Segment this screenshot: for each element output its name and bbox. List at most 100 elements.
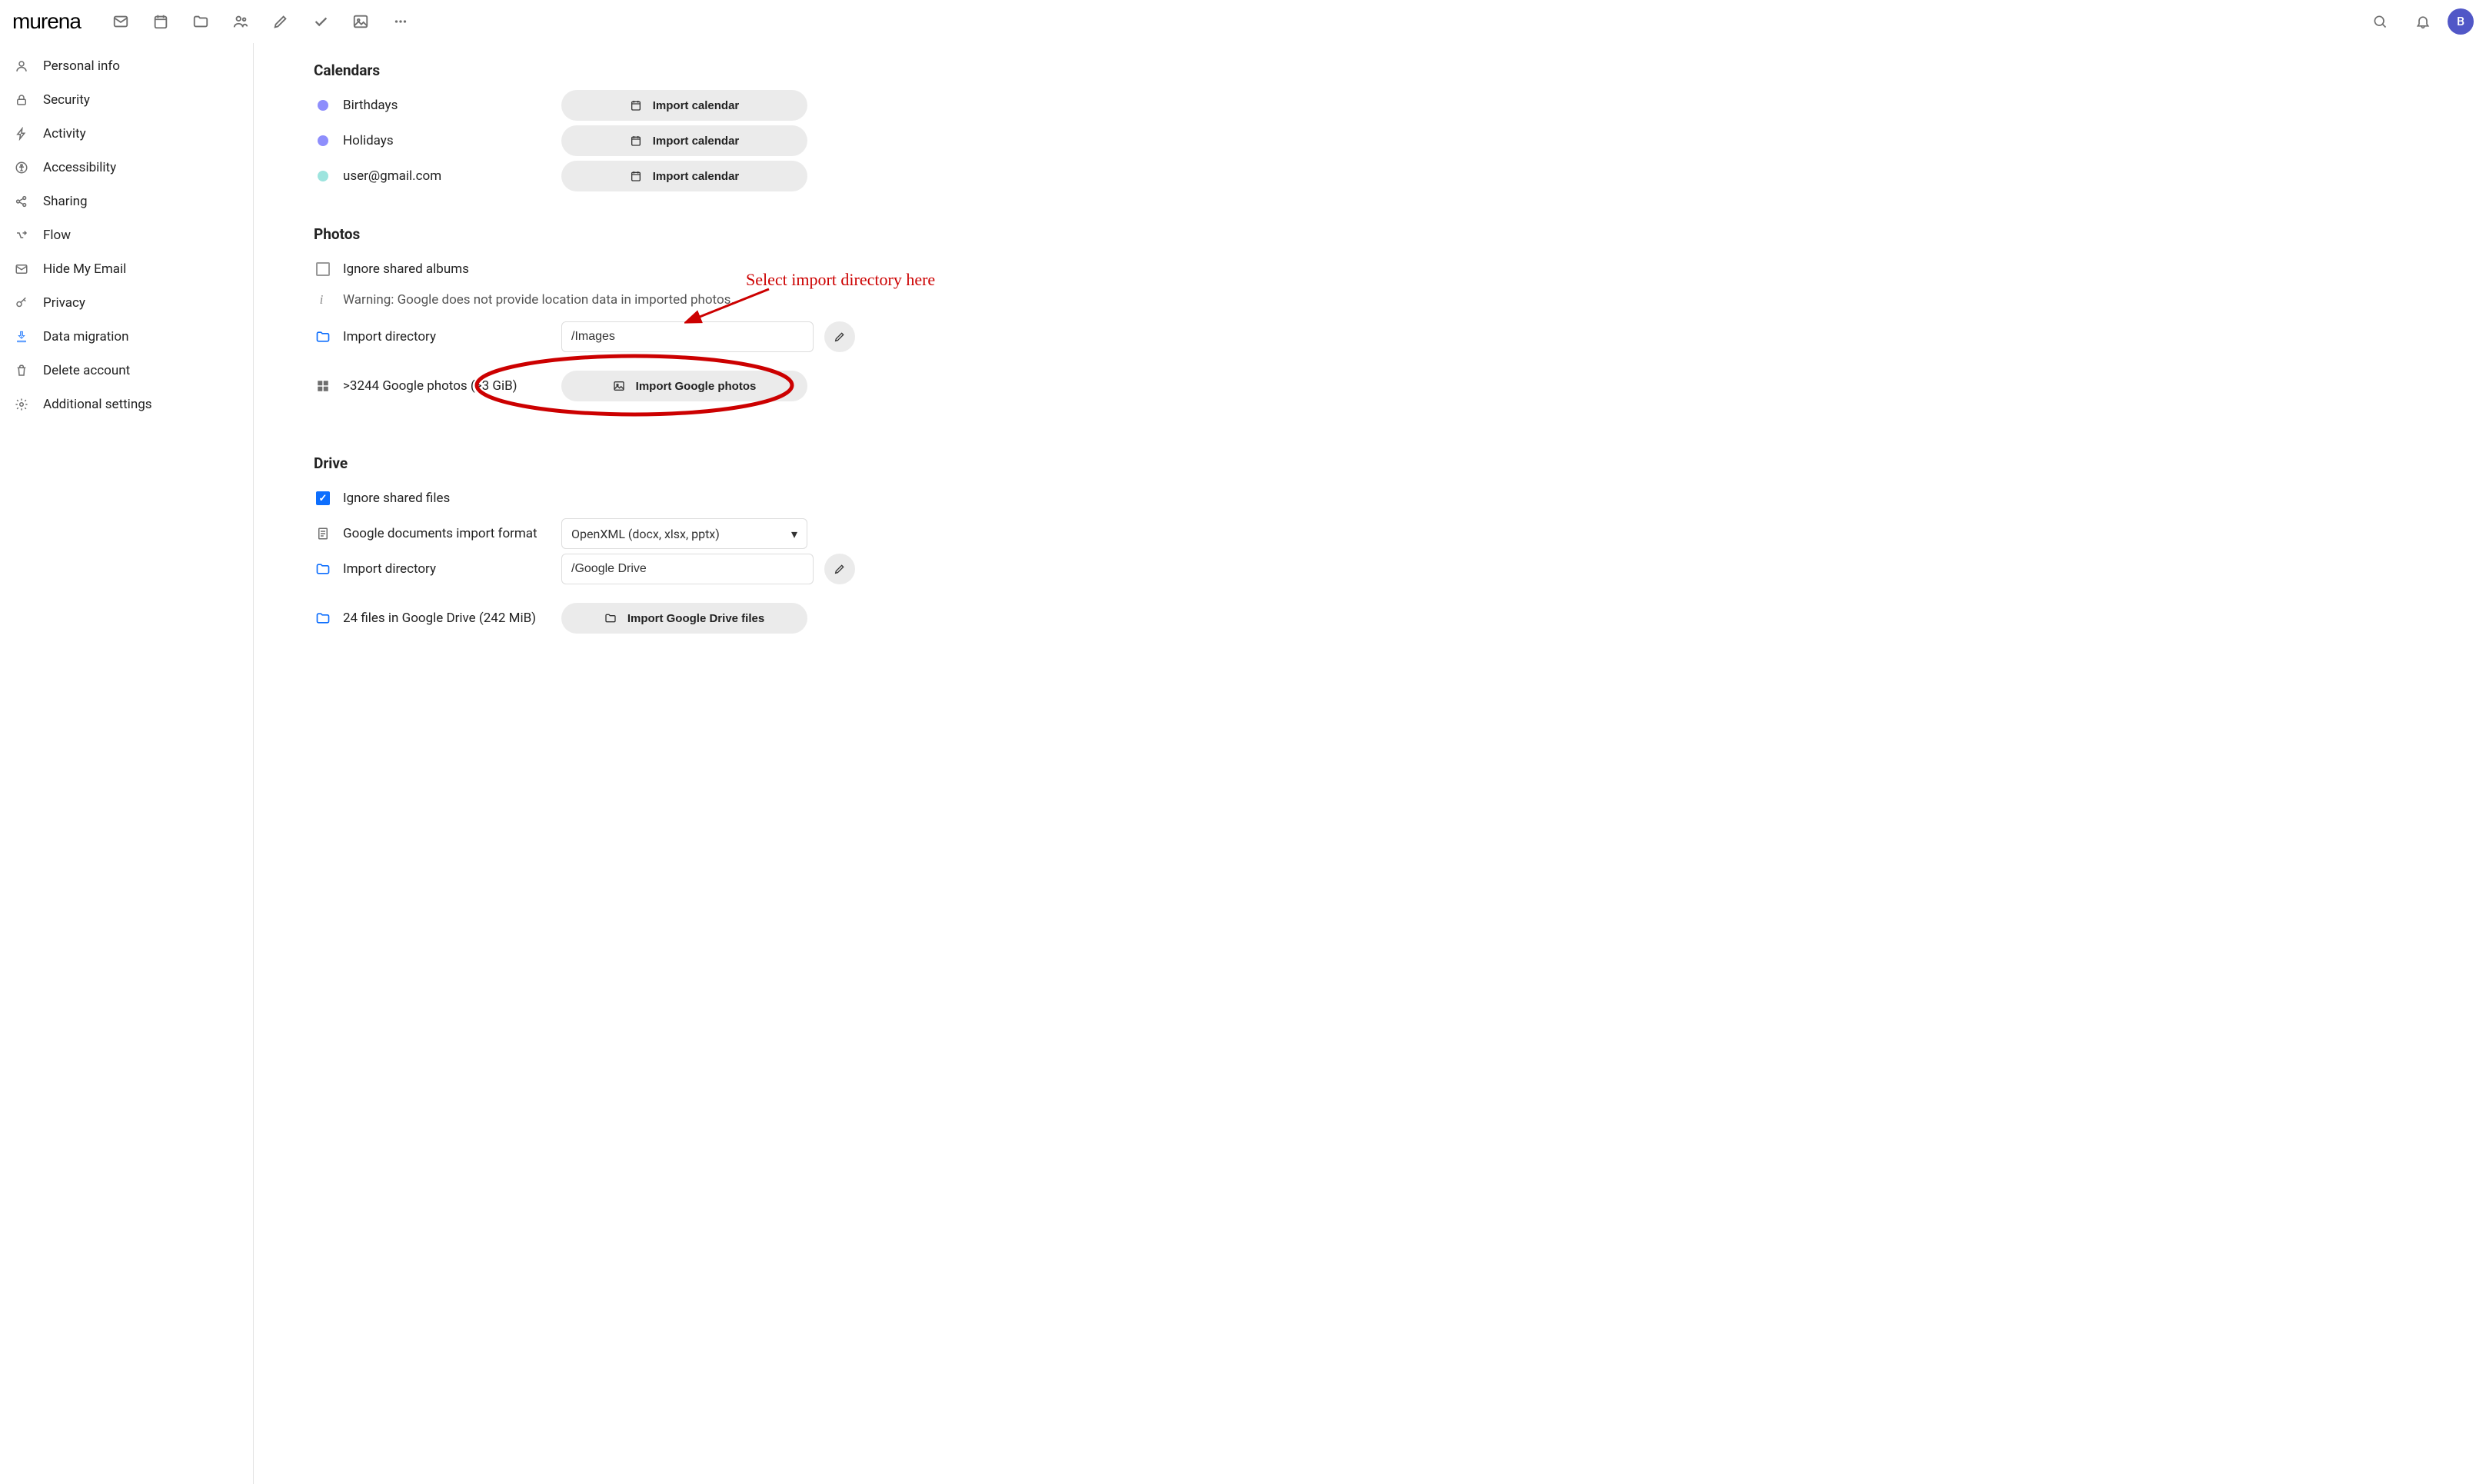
import-calendar-button[interactable]: Import calendar xyxy=(561,161,807,191)
accessibility-icon xyxy=(14,161,29,175)
drive-import-dir-row: Import directory xyxy=(314,552,1107,586)
select-value: OpenXML (docx, xlsx, pptx) xyxy=(571,527,720,541)
calendar-row-birthdays: Birthdays Import calendar xyxy=(314,88,1107,122)
more-apps-icon[interactable] xyxy=(382,3,419,40)
sidebar-item-label: Additional settings xyxy=(43,397,152,412)
import-dir-label: Import directory xyxy=(343,329,551,344)
gear-icon xyxy=(14,398,29,411)
sidebar-item-security[interactable]: Security xyxy=(0,83,253,117)
trash-icon xyxy=(14,364,29,378)
flow-icon xyxy=(14,228,29,242)
files-icon[interactable] xyxy=(182,3,219,40)
sidebar-item-activity[interactable]: Activity xyxy=(0,117,253,151)
photos-app-icon[interactable] xyxy=(342,3,379,40)
photos-warning: i Warning: Google does not provide locat… xyxy=(314,288,1107,312)
folder-icon xyxy=(314,329,332,344)
sidebar-item-label: Privacy xyxy=(43,295,85,311)
drive-files-row: 24 files in Google Drive (242 MiB) Impor… xyxy=(314,601,1107,635)
calendar-label: Birthdays xyxy=(343,98,551,113)
photos-import-dir-row: Import directory xyxy=(314,320,1107,354)
annotation-text: Select import directory here xyxy=(746,270,935,290)
sidebar: Personal info Security Activity Accessib… xyxy=(0,43,254,1484)
calendar-label: Holidays xyxy=(343,133,551,148)
search-icon[interactable] xyxy=(2361,3,2398,40)
mail-icon[interactable] xyxy=(102,3,139,40)
chevron-down-icon: ▾ xyxy=(791,527,797,541)
calendar-small-icon xyxy=(630,135,642,147)
sidebar-item-label: Flow xyxy=(43,228,71,243)
notifications-icon[interactable] xyxy=(2404,3,2441,40)
photos-count-label: >3244 Google photos (>3 GiB) xyxy=(343,378,551,394)
sidebar-item-label: Delete account xyxy=(43,363,130,378)
calendar-row-holidays: Holidays Import calendar xyxy=(314,124,1107,158)
download-icon xyxy=(14,330,29,344)
sidebar-item-label: Hide My Email xyxy=(43,261,126,277)
bolt-icon xyxy=(14,127,29,141)
sidebar-item-label: Activity xyxy=(43,126,86,141)
import-calendar-button[interactable]: Import calendar xyxy=(561,125,807,156)
sidebar-item-hide-my-email[interactable]: Hide My Email xyxy=(0,252,253,286)
drive-import-dir-input[interactable] xyxy=(561,554,814,584)
folder-icon xyxy=(314,611,332,626)
document-icon xyxy=(314,527,332,541)
calendars-title: Calendars xyxy=(314,62,1107,79)
email-icon xyxy=(14,262,29,276)
calendar-icon[interactable] xyxy=(142,3,179,40)
main-content: Calendars Birthdays Import calendar Holi… xyxy=(254,43,1138,1484)
header-right: B xyxy=(2361,3,2474,40)
button-label: Import calendar xyxy=(653,99,740,112)
calendar-color-dot xyxy=(318,171,328,181)
sidebar-item-data-migration[interactable]: Data migration xyxy=(0,320,253,354)
top-app-icons xyxy=(102,3,419,40)
avatar[interactable]: B xyxy=(2448,8,2474,35)
checkbox-label: Ignore shared files xyxy=(343,491,450,506)
sidebar-item-label: Security xyxy=(43,92,90,108)
calendar-small-icon xyxy=(630,99,642,111)
header: murena B xyxy=(0,0,2486,43)
image-icon xyxy=(613,380,625,392)
contacts-icon[interactable] xyxy=(222,3,259,40)
sidebar-item-delete-account[interactable]: Delete account xyxy=(0,354,253,388)
brand-logo: murena xyxy=(12,9,81,34)
import-calendar-button[interactable]: Import calendar xyxy=(561,90,807,121)
photos-count-row: >3244 Google photos (>3 GiB) Import Goog… xyxy=(314,369,1107,403)
doc-format-select[interactable]: OpenXML (docx, xlsx, pptx) ▾ xyxy=(561,518,807,549)
import-dir-label: Import directory xyxy=(343,561,551,577)
folder-small-icon xyxy=(604,612,617,624)
sidebar-item-flow[interactable]: Flow xyxy=(0,218,253,252)
sidebar-item-privacy[interactable]: Privacy xyxy=(0,286,253,320)
calendar-small-icon xyxy=(630,170,642,182)
key-icon xyxy=(14,296,29,310)
sidebar-item-label: Sharing xyxy=(43,194,88,209)
sidebar-item-accessibility[interactable]: Accessibility xyxy=(0,151,253,185)
sidebar-item-label: Personal info xyxy=(43,58,120,74)
sidebar-item-additional-settings[interactable]: Additional settings xyxy=(0,388,253,421)
button-label: Import Google photos xyxy=(636,380,757,393)
calendar-label: user@gmail.com xyxy=(343,168,551,184)
photos-title: Photos xyxy=(314,225,1107,243)
import-google-photos-button[interactable]: Import Google photos xyxy=(561,371,807,401)
photos-import-dir-input[interactable] xyxy=(561,321,814,352)
share-icon xyxy=(14,195,29,208)
sidebar-item-personal-info[interactable]: Personal info xyxy=(0,49,253,83)
grid-icon xyxy=(314,379,332,393)
drive-ignore-row: Ignore shared files xyxy=(314,481,1107,515)
button-label: Import calendar xyxy=(653,170,740,183)
sidebar-item-label: Data migration xyxy=(43,329,128,344)
sidebar-item-sharing[interactable]: Sharing xyxy=(0,185,253,218)
info-icon: i xyxy=(314,292,329,308)
drive-files-label: 24 files in Google Drive (242 MiB) xyxy=(343,611,551,626)
import-google-drive-button[interactable]: Import Google Drive files xyxy=(561,603,807,634)
edit-photos-dir-button[interactable] xyxy=(824,321,855,352)
checkbox-label: Ignore shared albums xyxy=(343,261,469,277)
edit-drive-dir-button[interactable] xyxy=(824,554,855,584)
lock-icon xyxy=(14,93,29,107)
warning-text: Warning: Google does not provide locatio… xyxy=(343,292,734,308)
ignore-shared-albums-checkbox[interactable] xyxy=(316,262,330,276)
drive-doc-format-row: Google documents import format OpenXML (… xyxy=(314,517,1107,551)
calendar-row-gmail: user@gmail.com Import calendar xyxy=(314,159,1107,193)
notes-icon[interactable] xyxy=(262,3,299,40)
ignore-shared-files-checkbox[interactable] xyxy=(316,491,330,505)
tasks-icon[interactable] xyxy=(302,3,339,40)
user-icon xyxy=(14,59,29,73)
